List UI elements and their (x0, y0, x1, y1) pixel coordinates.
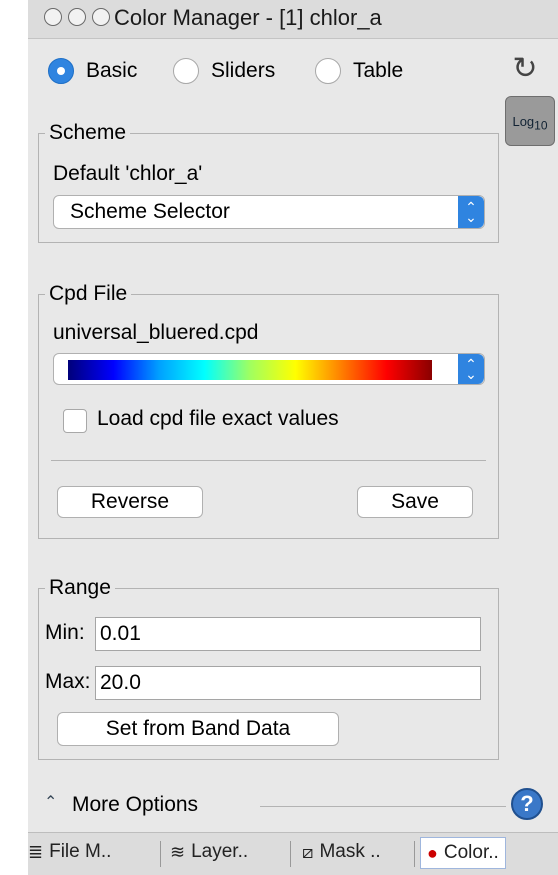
more-options-divider (260, 806, 506, 807)
radio-sliders-indicator (173, 58, 199, 84)
radio-table-label: Table (353, 59, 404, 82)
window-maximize-button[interactable] (92, 8, 110, 26)
window-minimize-button[interactable] (68, 8, 86, 26)
radio-basic-indicator (48, 58, 74, 84)
scheme-selector-value: Scheme Selector (70, 200, 230, 223)
radio-basic-label: Basic (86, 59, 138, 82)
mask-icon: ⧄ (302, 841, 314, 862)
database-icon: ≣ (28, 841, 44, 862)
more-options-label[interactable]: More Options (72, 793, 198, 817)
max-input[interactable] (95, 666, 481, 700)
tab-separator (414, 841, 415, 867)
cpd-legend: Cpd File (45, 282, 132, 306)
chevron-double-up-icon[interactable]: ⌃ (44, 792, 57, 812)
tab-layer[interactable]: ≋ Layer.. (170, 841, 248, 863)
tab-mask[interactable]: ⧄ Mask .. (302, 841, 381, 863)
tab-layer-label: Layer.. (191, 841, 249, 862)
scheme-selector[interactable]: Scheme Selector ⌃ ⌄ (53, 195, 485, 229)
load-exact-checkbox[interactable] (63, 409, 87, 433)
log10-base: 10 (534, 118, 548, 133)
save-button[interactable]: Save (357, 486, 473, 518)
tab-color-manager-label: Color.. (443, 842, 499, 863)
chevron-updown-icon: ⌃ ⌄ (458, 354, 484, 384)
scheme-legend: Scheme (45, 121, 131, 145)
radio-sliders[interactable]: Sliders (173, 58, 275, 84)
scheme-default-text: Default 'chlor_a' (53, 162, 203, 185)
radio-table[interactable]: Table (315, 58, 403, 84)
refresh-icon[interactable]: ↻ (510, 52, 540, 86)
max-label: Max: (45, 670, 91, 693)
radio-sliders-label: Sliders (211, 59, 276, 82)
tab-separator (160, 841, 161, 867)
title-bar: Color Manager - [1] chlor_a (28, 0, 558, 39)
color-manager-panel: Color Manager - [1] chlor_a Basic Slider… (28, 0, 558, 875)
set-from-band-button[interactable]: Set from Band Data (57, 712, 339, 746)
chevron-updown-icon: ⌃ ⌄ (458, 196, 484, 228)
tab-separator (290, 841, 291, 867)
tab-color-manager[interactable]: ● Color.. (420, 837, 506, 869)
log10-label: Log (512, 114, 535, 129)
divider (51, 460, 486, 461)
load-exact-label: Load cpd file exact values (97, 407, 339, 430)
tab-file-manager-label: File M.. (49, 841, 112, 862)
reverse-button[interactable]: Reverse (57, 486, 203, 518)
cpd-filename: universal_bluered.cpd (53, 321, 259, 344)
help-icon[interactable]: ? (511, 788, 543, 820)
range-legend: Range (45, 576, 115, 600)
min-input[interactable] (95, 617, 481, 651)
scheme-group: Scheme Default 'chlor_a' Scheme Selector… (38, 121, 499, 243)
palette-gradient (68, 360, 432, 380)
layers-icon: ≋ (170, 841, 186, 862)
window-title: Color Manager - [1] chlor_a (114, 5, 382, 30)
tab-mask-label: Mask .. (319, 841, 381, 862)
window-close-button[interactable] (44, 8, 62, 26)
palette-selector[interactable]: ⌃ ⌄ (53, 353, 485, 385)
radio-basic[interactable]: Basic (48, 58, 137, 84)
color-icon: ● (427, 842, 438, 863)
range-group: Range Min: Max: Set from Band Data (38, 576, 499, 760)
radio-table-indicator (315, 58, 341, 84)
tool-window-tabs: ≣ File M.. ≋ Layer.. ⧄ Mask .. ● Color.. (28, 832, 558, 875)
min-label: Min: (45, 621, 85, 644)
cpd-file-group: Cpd File universal_bluered.cpd ⌃ ⌄ Load c… (38, 282, 499, 539)
tab-file-manager[interactable]: ≣ File M.. (28, 841, 111, 863)
log10-button[interactable]: Log10 (505, 96, 555, 146)
